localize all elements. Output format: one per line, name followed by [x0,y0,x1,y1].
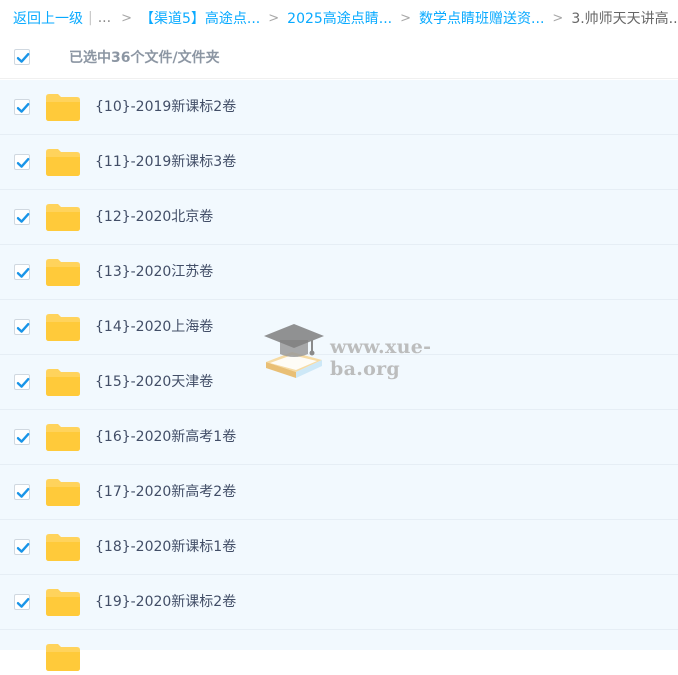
breadcrumb-item-channel[interactable]: 【渠道5】高途点... [140,8,260,28]
breadcrumb-separator: > [552,10,564,26]
checkmark-icon [16,598,30,608]
file-checkbox[interactable] [14,429,30,445]
checkmark-icon [16,323,30,333]
breadcrumb-item-course[interactable]: 2025高途点睛... [287,8,392,28]
folder-icon [46,94,80,121]
file-row-partial[interactable] [0,630,678,671]
file-row[interactable]: {11}-2019新课标3卷 [0,135,678,190]
folder-icon [46,589,80,616]
file-checkbox[interactable] [14,154,30,170]
checkmark-icon [16,488,30,498]
checkmark-icon [16,543,30,553]
file-name[interactable]: {17}-2020新高考2卷 [95,465,236,519]
file-checkbox[interactable] [14,209,30,225]
file-row[interactable]: {19}-2020新课标2卷 [0,575,678,630]
file-row[interactable]: {17}-2020新高考2卷 [0,465,678,520]
checkmark-icon [16,158,30,168]
file-name[interactable]: {14}-2020上海卷 [95,300,213,354]
file-checkbox[interactable] [14,484,30,500]
folder-icon [46,369,80,396]
file-checkbox[interactable] [14,99,30,115]
file-name[interactable]: {15}-2020天津卷 [95,355,213,409]
file-row[interactable]: {10}-2019新课标2卷 [0,80,678,135]
file-row[interactable]: {12}-2020北京卷 [0,190,678,245]
file-name[interactable]: {18}-2020新课标1卷 [95,520,236,574]
file-name[interactable]: {10}-2019新课标2卷 [95,80,236,134]
folder-icon [46,204,80,231]
checkmark-icon [16,53,30,63]
checkmark-icon [16,103,30,113]
folder-icon [46,424,80,451]
file-name[interactable]: {12}-2020北京卷 [95,190,213,244]
file-checkbox[interactable] [14,539,30,555]
checkmark-icon [16,433,30,443]
file-checkbox[interactable] [14,319,30,335]
breadcrumb-item-materials[interactable]: 数学点睛班赠送资... [419,8,544,28]
folder-icon [46,644,80,671]
folder-icon [46,314,80,341]
breadcrumb-separator: > [268,10,280,26]
file-checkbox[interactable] [14,374,30,390]
file-name[interactable]: {11}-2019新课标3卷 [95,135,236,189]
watermark: www.xue-ba.org [262,318,492,382]
folder-icon [46,479,80,506]
file-row[interactable]: {18}-2020新课标1卷 [0,520,678,575]
breadcrumb-ellipsis[interactable]: ... [98,10,111,26]
breadcrumb-item-current: 3.帅师天天讲高... [571,11,678,27]
checkmark-icon [16,268,30,278]
folder-icon [46,259,80,286]
selection-bar: 已选中36个文件/文件夹 [0,36,678,79]
back-link[interactable]: 返回上一级 [13,8,83,28]
graduation-cap-icon [264,324,324,378]
breadcrumb-separator: > [121,10,132,26]
file-checkbox[interactable] [14,264,30,280]
file-row[interactable]: {13}-2020江苏卷 [0,245,678,300]
file-checkbox[interactable] [14,594,30,610]
file-row[interactable]: {16}-2020新高考1卷 [0,410,678,465]
breadcrumb-divider: | [88,10,93,26]
folder-icon [46,534,80,561]
select-all-checkbox[interactable] [14,49,30,65]
file-name[interactable]: {13}-2020江苏卷 [95,245,213,299]
folder-icon [46,149,80,176]
checkmark-icon [16,378,30,388]
breadcrumb: 返回上一级 | ... > 【渠道5】高途点... > 2025高途点睛... … [0,0,678,36]
watermark-text: www.xue-ba.org [330,336,432,380]
file-name[interactable]: {16}-2020新高考1卷 [95,410,236,464]
selection-count-text: 已选中36个文件/文件夹 [69,50,220,66]
checkmark-icon [16,213,30,223]
breadcrumb-separator: > [400,10,412,26]
file-name[interactable]: {19}-2020新课标2卷 [95,575,236,629]
